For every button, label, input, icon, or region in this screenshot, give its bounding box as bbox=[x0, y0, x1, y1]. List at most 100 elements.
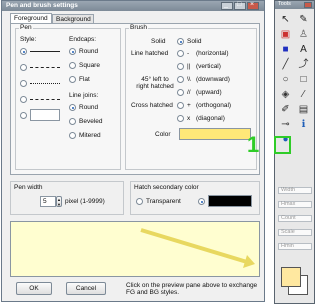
pen-width-hint: pixel (1-9999) bbox=[65, 198, 105, 205]
fill-icon[interactable]: ◈ bbox=[278, 88, 293, 102]
endcaps-label: Endcaps: bbox=[69, 36, 97, 43]
close-button[interactable]: × bbox=[247, 1, 259, 10]
hatch-color-swatch[interactable] bbox=[208, 195, 252, 207]
hatch-downward-label: (downward) bbox=[196, 76, 230, 83]
maximize-icon: □ bbox=[237, 1, 242, 8]
endcap-square-radio[interactable] bbox=[69, 62, 76, 69]
hatch-vertical-radio[interactable] bbox=[177, 63, 184, 70]
brush-color-label: Color bbox=[155, 131, 171, 138]
hatch-transparent-label: Transparent bbox=[146, 198, 181, 205]
preview-pane[interactable] bbox=[10, 221, 260, 277]
blue-shape-icon[interactable]: ■ bbox=[278, 43, 293, 57]
join-mitered-radio[interactable] bbox=[69, 132, 76, 139]
style-radio-custom[interactable] bbox=[20, 112, 27, 119]
palette-title: Tools bbox=[278, 1, 291, 7]
palette-field-width[interactable]: Width bbox=[278, 187, 312, 194]
style-radio-dot[interactable] bbox=[20, 80, 27, 87]
join-beveled-label: Beveled bbox=[79, 118, 103, 125]
palette-field-count[interactable]: Count bbox=[278, 215, 312, 222]
hatch-transparent-radio[interactable] bbox=[136, 198, 143, 205]
rectangle-icon[interactable]: □ bbox=[296, 73, 311, 87]
pen-width-label: Pen width bbox=[14, 184, 43, 191]
tab-background-label: Background bbox=[56, 16, 91, 23]
join-beveled-radio[interactable] bbox=[69, 118, 76, 125]
hatch-diagonal-label: (diagonal) bbox=[196, 115, 225, 122]
endcap-flat-radio[interactable] bbox=[69, 76, 76, 83]
endcap-flat-label: Flat bbox=[79, 76, 90, 83]
hatch-vertical-prefix: || bbox=[187, 63, 191, 70]
style-radio-dashdot[interactable] bbox=[20, 96, 27, 103]
hatch-orthogonal-radio[interactable] bbox=[177, 102, 184, 109]
style-dot-line bbox=[30, 83, 60, 84]
hatch-upward-prefix: // bbox=[187, 89, 191, 96]
hatch-upward-radio[interactable] bbox=[177, 89, 184, 96]
hatch-color-label: Hatch secondary color bbox=[134, 184, 199, 191]
pen-brush-dialog: Pen and brush settings _ □ × Foreground … bbox=[1, 0, 265, 302]
style-radio-solid[interactable] bbox=[20, 48, 27, 55]
pen-width-input[interactable]: 5 bbox=[40, 196, 56, 207]
text-icon[interactable]: A bbox=[296, 43, 311, 57]
hatch-diagonal-prefix: x bbox=[187, 115, 191, 122]
arrow-icon[interactable]: ↖ bbox=[278, 13, 293, 27]
style-solid-line bbox=[30, 51, 60, 52]
brush-color-swatch[interactable] bbox=[179, 128, 251, 140]
ellipse-icon[interactable]: ○ bbox=[278, 73, 293, 87]
hatch-horizontal-label: (horizontal) bbox=[196, 50, 229, 57]
pen-width-spinner[interactable]: ▲ ▼ bbox=[56, 196, 62, 207]
palette-field-hmin[interactable]: Hmin bbox=[278, 243, 312, 250]
maximize-button[interactable]: □ bbox=[234, 1, 246, 10]
palette-field-scale[interactable]: Scale bbox=[278, 229, 312, 236]
tab-foreground-label: Foreground bbox=[14, 15, 48, 22]
join-mitered-label: Mitered bbox=[79, 132, 101, 139]
grid-icon[interactable]: ▤ bbox=[296, 103, 311, 117]
hatch-horizontal-prefix: - bbox=[187, 50, 190, 57]
palette-close-button[interactable] bbox=[304, 2, 312, 8]
pencil-icon[interactable]: ✎ bbox=[296, 13, 311, 27]
hatch-diagonal-radio[interactable] bbox=[177, 115, 184, 122]
hatch-downward-prefix: \\ bbox=[187, 76, 191, 83]
minimize-icon: _ bbox=[224, 1, 228, 8]
join-round-radio[interactable] bbox=[69, 104, 76, 111]
curve-icon[interactable]: ⤴ bbox=[296, 58, 311, 72]
palette-titlebar[interactable]: Tools bbox=[275, 1, 314, 9]
hatch-orthogonal-prefix: + bbox=[187, 102, 191, 109]
info-icon[interactable]: ℹ bbox=[296, 118, 311, 132]
line-icon[interactable]: ╱ bbox=[278, 58, 293, 72]
hatch-vertical-label: (vertical) bbox=[196, 63, 221, 70]
foreground-color-swatch[interactable] bbox=[281, 267, 301, 287]
dialog-titlebar[interactable]: Pen and brush settings _ □ × bbox=[2, 1, 264, 11]
line-hatched-caption: Line hatched bbox=[131, 50, 169, 57]
help-text: Click on the preview pane above to excha… bbox=[126, 282, 258, 296]
hatch-downward-radio[interactable] bbox=[177, 76, 184, 83]
stamp-icon[interactable]: ♙ bbox=[296, 28, 311, 42]
brush-solid-caption: Solid bbox=[151, 38, 166, 45]
foreground-tab-panel: Pen Style: Endcaps: Round Square Flat Li… bbox=[10, 23, 260, 175]
endcap-square-label: Square bbox=[79, 62, 100, 69]
ok-button[interactable]: OK bbox=[16, 282, 52, 295]
minimize-button[interactable]: _ bbox=[221, 1, 233, 10]
hatch-orthogonal-label: (orthogonal) bbox=[196, 102, 232, 109]
style-dashdot-line bbox=[30, 99, 60, 100]
close-icon: × bbox=[250, 1, 255, 8]
pen-width-value: 5 bbox=[43, 198, 47, 205]
style-radio-dash[interactable] bbox=[20, 64, 27, 71]
brush-solid-label: Solid bbox=[187, 38, 202, 45]
cancel-button[interactable]: Cancel bbox=[66, 282, 106, 295]
endcap-round-radio[interactable] bbox=[69, 48, 76, 55]
brush-icon[interactable]: ⁄ bbox=[296, 88, 311, 102]
pen-brush-settings-icon[interactable]: ✐ bbox=[278, 103, 293, 117]
preview-arrow-graphic bbox=[140, 228, 255, 268]
eyedropper-icon[interactable]: ⊸ bbox=[278, 118, 293, 132]
style-label: Style: bbox=[20, 36, 37, 43]
style-custom-field[interactable] bbox=[30, 109, 60, 121]
red-layer-icon[interactable]: ▣ bbox=[278, 28, 293, 42]
dialog-title: Pen and brush settings bbox=[6, 2, 78, 9]
brush-solid-radio[interactable] bbox=[177, 38, 184, 45]
join-round-label: Round bbox=[79, 104, 99, 111]
hatch-horizontal-radio[interactable] bbox=[177, 50, 184, 57]
highlight-box bbox=[274, 136, 291, 154]
linejoins-label: Line joins: bbox=[69, 92, 99, 99]
palette-field-hmax[interactable]: Hmax bbox=[278, 201, 312, 208]
hatch-color-radio[interactable] bbox=[198, 198, 205, 205]
brush-group-label: Brush bbox=[129, 24, 148, 31]
